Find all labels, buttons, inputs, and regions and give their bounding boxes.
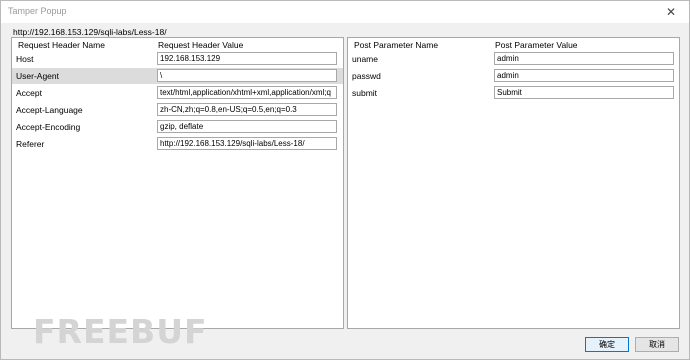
param-value-input[interactable]: Submit	[494, 86, 674, 99]
header-row-accept-language[interactable]: Accept-Language zh-CN,zh;q=0.8,en-US;q=0…	[12, 102, 343, 118]
cancel-button[interactable]: 取消	[635, 337, 679, 352]
ok-button[interactable]: 确定	[585, 337, 629, 352]
tamper-popup-window: Tamper Popup ✕ http://192.168.153.129/sq…	[0, 0, 690, 360]
param-name: submit	[352, 88, 378, 98]
header-value-input[interactable]: text/html,application/xhtml+xml,applicat…	[157, 86, 337, 99]
header-name: Host	[16, 54, 34, 64]
header-row-host[interactable]: Host 192.168.153.129	[12, 51, 343, 67]
close-icon: ✕	[665, 5, 677, 19]
header-value-column-title: Request Header Value	[158, 40, 244, 50]
header-value-input[interactable]: http://192.168.153.129/sqli-labs/Less-18…	[157, 137, 337, 150]
param-value-input[interactable]: admin	[494, 52, 674, 65]
window-title: Tamper Popup	[8, 6, 67, 16]
header-value-input[interactable]: 192.168.153.129	[157, 52, 337, 65]
param-name: passwd	[352, 71, 381, 81]
header-name: Accept	[16, 88, 42, 98]
param-row-submit[interactable]: submit Submit	[348, 85, 679, 101]
param-row-uname[interactable]: uname admin	[348, 51, 679, 67]
header-value-input[interactable]: \	[157, 69, 337, 82]
header-value-input[interactable]: gzip, deflate	[157, 120, 337, 133]
header-row-accept-encoding[interactable]: Accept-Encoding gzip, deflate	[12, 119, 343, 135]
title-bar: Tamper Popup ✕	[1, 1, 689, 23]
header-name: Referer	[16, 139, 45, 149]
close-button[interactable]: ✕	[657, 1, 685, 23]
freebuf-watermark: FREEBUF	[33, 312, 208, 351]
param-row-passwd[interactable]: passwd admin	[348, 68, 679, 84]
post-parameters-panel: Post Parameter Name Post Parameter Value…	[347, 37, 680, 329]
request-headers-panel: Request Header Name Request Header Value…	[11, 37, 344, 329]
param-value-column-title: Post Parameter Value	[495, 40, 578, 50]
header-value-input[interactable]: zh-CN,zh;q=0.8,en-US;q=0.5,en;q=0.3	[157, 103, 337, 116]
request-url: http://192.168.153.129/sqli-labs/Less-18…	[13, 27, 167, 37]
header-row-referer[interactable]: Referer http://192.168.153.129/sqli-labs…	[12, 136, 343, 152]
header-name: User-Agent	[16, 71, 59, 81]
header-name-column-title: Request Header Name	[18, 40, 105, 50]
header-name: Accept-Language	[16, 105, 83, 115]
header-row-user-agent[interactable]: User-Agent \	[12, 68, 343, 84]
param-value-input[interactable]: admin	[494, 69, 674, 82]
param-name-column-title: Post Parameter Name	[354, 40, 439, 50]
header-name: Accept-Encoding	[16, 122, 81, 132]
param-name: uname	[352, 54, 378, 64]
header-row-accept[interactable]: Accept text/html,application/xhtml+xml,a…	[12, 85, 343, 101]
